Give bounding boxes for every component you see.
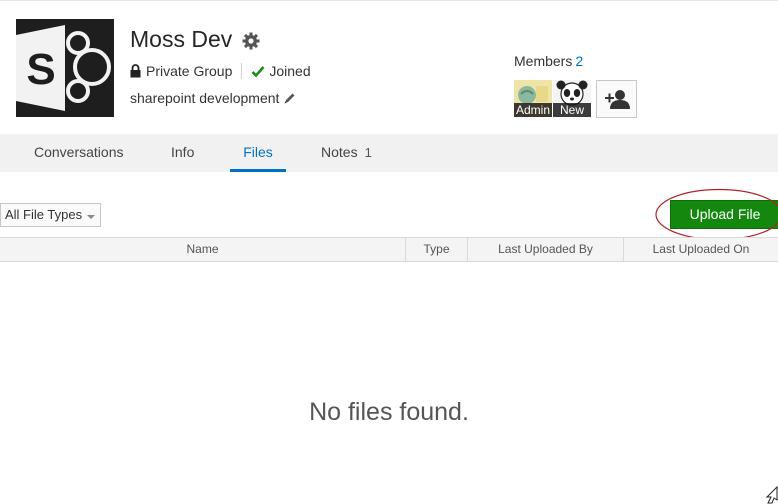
description-text: sharepoint development <box>130 90 280 106</box>
member-avatar-new[interactable]: New <box>553 80 591 117</box>
empty-state-message: No files found. <box>309 398 469 426</box>
mouse-cursor <box>765 486 778 504</box>
joined-status[interactable]: Joined <box>269 63 310 79</box>
member-avatar-admin[interactable]: Admin <box>514 80 552 117</box>
filter-selected: All File Types <box>5 207 83 222</box>
tab-conversations[interactable]: Conversations <box>34 134 124 172</box>
tab-notes[interactable]: Notes 1 <box>321 134 372 172</box>
members-count[interactable]: 2 <box>575 53 583 69</box>
upload-file-button[interactable]: Upload File <box>670 200 778 229</box>
tab-info[interactable]: Info <box>171 134 194 172</box>
tab-notes-label: Notes <box>321 144 358 160</box>
group-description: sharepoint development <box>130 90 296 106</box>
members-label: Members <box>514 53 573 69</box>
column-type[interactable]: Type <box>406 238 468 261</box>
group-meta: Private Group Joined <box>130 62 311 80</box>
check-icon <box>251 65 265 77</box>
group-title: Moss Dev <box>130 26 233 52</box>
column-name[interactable]: Name <box>0 238 406 261</box>
group-logo: S <box>16 19 114 117</box>
logo-letter: S <box>26 45 55 94</box>
privacy-label: Private Group <box>146 63 233 79</box>
member-name: Admin <box>514 103 552 117</box>
tab-notes-count: 1 <box>364 145 372 160</box>
members-heading: Members 2 <box>514 53 583 69</box>
lock-icon <box>130 64 141 78</box>
column-last-uploaded-by[interactable]: Last Uploaded By <box>468 238 624 261</box>
tab-bar: Conversations Info Files Notes 1 <box>0 134 778 172</box>
gear-icon[interactable] <box>242 32 260 50</box>
files-table-header: Name Type Last Uploaded By Last Uploaded… <box>0 237 778 262</box>
top-border <box>0 0 778 1</box>
meta-divider <box>241 63 243 79</box>
member-name: New <box>553 103 591 117</box>
column-last-uploaded-on[interactable]: Last Uploaded On <box>624 238 778 261</box>
tab-files[interactable]: Files <box>230 134 286 172</box>
add-person-icon <box>605 90 630 109</box>
pencil-icon[interactable] <box>283 92 296 105</box>
caret-down-icon <box>87 215 95 219</box>
file-type-filter[interactable]: All File Types <box>0 203 101 227</box>
add-member-button[interactable] <box>596 80 637 118</box>
